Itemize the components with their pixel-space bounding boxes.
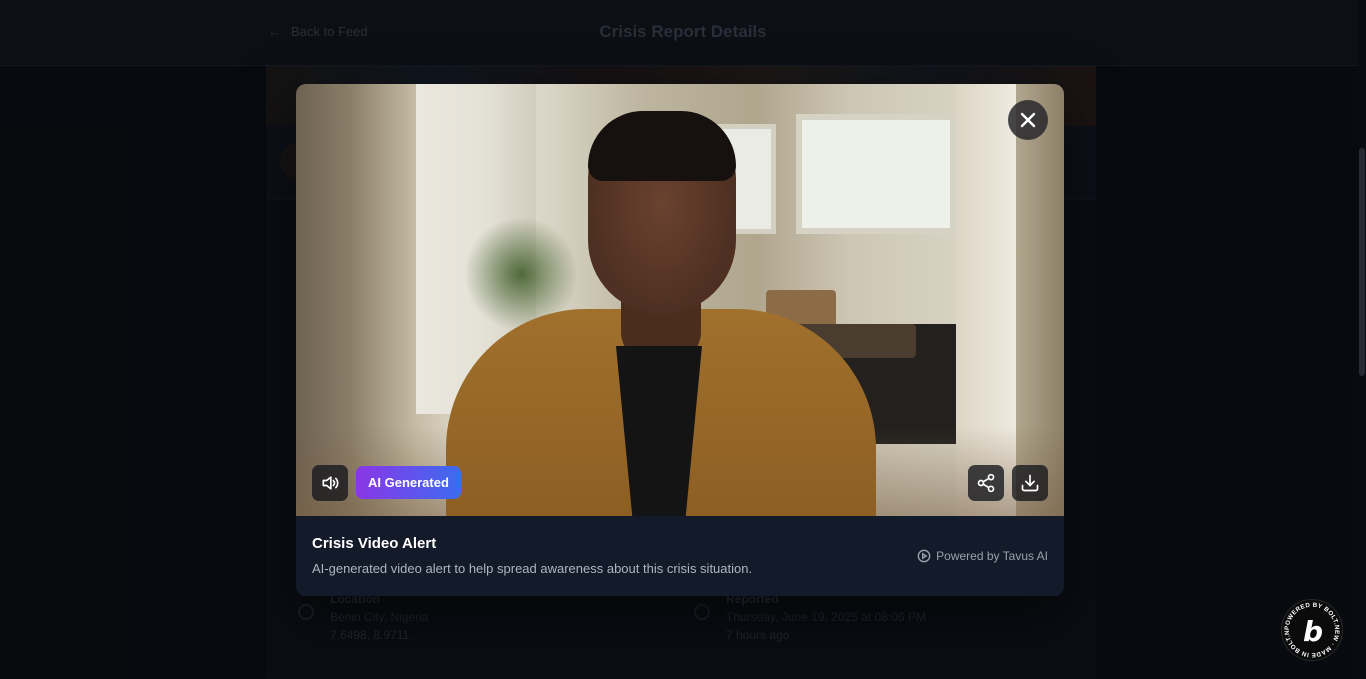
play-circle-icon [917, 549, 931, 563]
share-icon [977, 473, 995, 493]
video-info-panel: Crisis Video Alert AI-generated video al… [296, 516, 1064, 596]
ai-generated-badge: AI Generated [356, 466, 461, 499]
close-icon [1020, 112, 1036, 128]
bolt-logo-letter: b [1302, 614, 1324, 648]
video-player[interactable]: AI Generated [296, 84, 1064, 516]
powered-by-credit: Powered by Tavus AI [917, 549, 1048, 563]
mute-button[interactable] [312, 465, 348, 501]
share-button[interactable] [968, 465, 1004, 501]
powered-by-label: Powered by Tavus AI [936, 549, 1048, 563]
download-icon [1021, 474, 1039, 492]
speaker-icon [322, 476, 339, 490]
video-frame-window [796, 114, 956, 234]
presenter-hair [588, 111, 736, 181]
close-button[interactable] [1008, 100, 1048, 140]
bolt-badge[interactable]: POWERED BY BOLT.NEW · MADE IN BOLT.NEW ·… [1281, 599, 1343, 661]
video-description: AI-generated video alert to help spread … [312, 561, 753, 576]
video-modal: AI Generated Crisis Video Alert AI-gener… [296, 84, 1064, 596]
download-button[interactable] [1012, 465, 1048, 501]
